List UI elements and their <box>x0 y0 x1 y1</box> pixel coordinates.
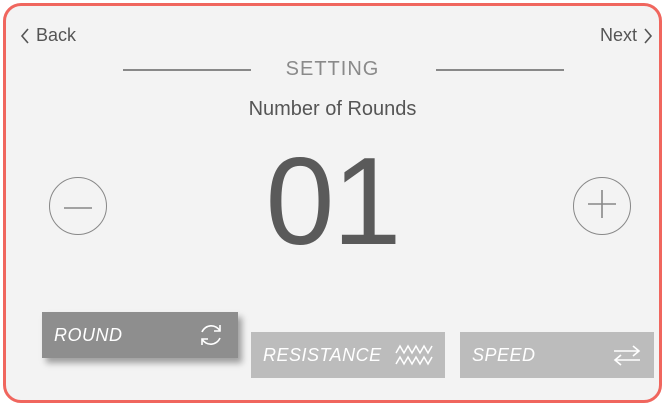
back-label: Back <box>36 25 77 45</box>
divider-right <box>436 69 564 71</box>
plus-icon <box>587 189 617 224</box>
mode-resistance-label: RESISTANCE <box>263 344 382 365</box>
mode-round-label: ROUND <box>54 324 123 345</box>
settings-panel: Back Next SETTING Number of Rounds 01 RO… <box>3 3 662 403</box>
mode-resistance-button[interactable]: RESISTANCE <box>251 332 445 378</box>
mode-speed-button[interactable]: SPEED <box>460 332 654 378</box>
swap-arrows-icon <box>612 343 642 367</box>
back-button[interactable]: Back <box>20 25 82 46</box>
setting-label: Number of Rounds <box>248 98 417 120</box>
zigzag-icon <box>395 343 433 367</box>
increment-button[interactable] <box>573 177 631 235</box>
next-button[interactable]: Next <box>594 25 653 46</box>
mode-round-button[interactable]: ROUND <box>42 312 238 358</box>
section-header: SETTING <box>6 58 659 82</box>
mode-speed-label: SPEED <box>472 344 536 365</box>
chevron-right-icon <box>643 27 653 44</box>
rotate-icon <box>196 320 226 350</box>
next-label: Next <box>599 25 637 45</box>
rounds-value: 01 <box>265 133 402 271</box>
chevron-left-icon <box>20 27 30 44</box>
